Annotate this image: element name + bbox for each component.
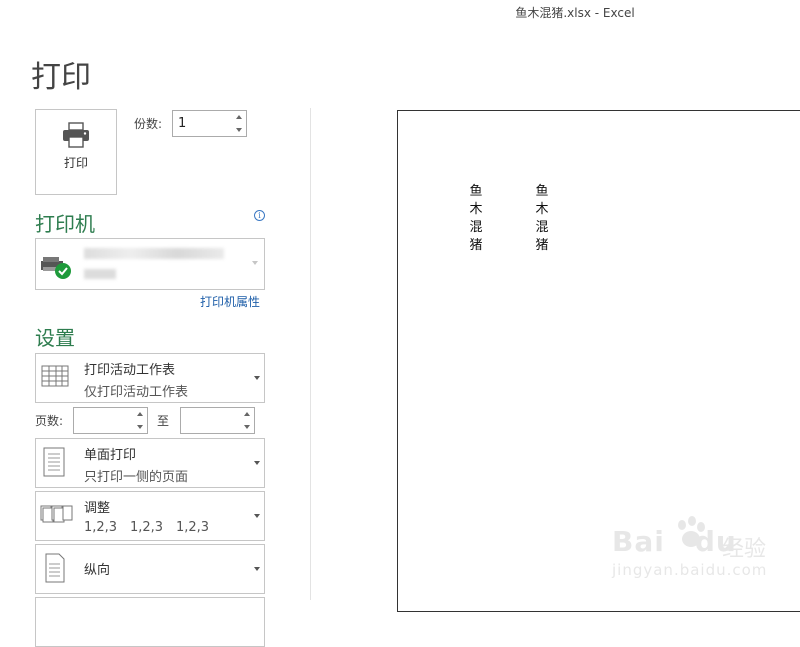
sides-dropdown[interactable]: 单面打印 只打印一侧的页面: [35, 438, 265, 488]
preview-char: 猪: [535, 238, 549, 253]
print-what-subtitle: 仅打印活动工作表: [84, 385, 189, 400]
print-button-label: 打印: [63, 156, 88, 170]
pages-to-label: 至: [157, 414, 170, 428]
collate-dropdown[interactable]: 调整 1,2,3 1,2,3 1,2,3: [35, 491, 265, 541]
preview-text-column: 鱼 木 混 猪: [534, 183, 550, 255]
print-button[interactable]: 打印: [35, 109, 117, 195]
chevron-down-icon: [252, 261, 258, 265]
collate-seq-2: 1,2,3: [130, 520, 164, 535]
watermark-brand-cn: 经验: [722, 537, 767, 562]
orientation-title: 纵向: [84, 563, 111, 578]
sides-title: 单面打印: [84, 448, 137, 463]
spin-up-icon[interactable]: [137, 412, 143, 416]
next-setting-dropdown[interactable]: [35, 597, 265, 647]
chevron-down-icon: [254, 376, 260, 380]
spin-up-icon[interactable]: [236, 115, 242, 119]
print-what-title: 打印活动工作表: [84, 363, 176, 378]
page-from-spinner[interactable]: [73, 407, 148, 434]
chevron-down-icon: [254, 461, 260, 465]
spin-down-icon[interactable]: [137, 425, 143, 429]
printer-icon: [61, 122, 91, 152]
preview-char: 鱼: [535, 184, 549, 199]
copies-spinner[interactable]: 1: [172, 110, 247, 137]
copies-label: 份数:: [134, 117, 163, 131]
settings-heading: 设置: [35, 326, 75, 350]
watermark-url: jingyan.baidu.com: [612, 561, 768, 579]
preview-char: 木: [535, 202, 549, 217]
spin-down-icon[interactable]: [236, 128, 242, 132]
portrait-icon: [40, 553, 70, 589]
info-icon[interactable]: i: [254, 210, 265, 221]
printer-properties-link[interactable]: 打印机属性: [200, 293, 260, 310]
collate-icon: [40, 500, 74, 534]
collate-seq-3: 1,2,3: [176, 520, 210, 535]
page-title: 打印: [31, 60, 91, 95]
orientation-dropdown[interactable]: 纵向: [35, 544, 265, 594]
copies-value: 1: [178, 116, 187, 131]
panel-divider: [310, 108, 311, 600]
preview-char: 混: [469, 220, 483, 235]
printer-select[interactable]: [35, 238, 265, 290]
printer-heading: 打印机: [35, 212, 95, 236]
spin-up-icon[interactable]: [244, 412, 250, 416]
watermark-brand-latin: Bai: [612, 525, 665, 558]
window-title: 鱼木混猪.xlsx - Excel: [515, 6, 635, 20]
preview-text-column: 鱼 木 混 猪: [468, 183, 484, 255]
single-sided-icon: [40, 447, 70, 483]
spin-down-icon[interactable]: [244, 425, 250, 429]
printer-ready-icon: [39, 253, 73, 285]
sheet-grid-icon: [40, 362, 70, 396]
sides-subtitle: 只打印一侧的页面: [84, 470, 189, 485]
print-what-dropdown[interactable]: 打印活动工作表 仅打印活动工作表: [35, 353, 265, 403]
collate-seq-1: 1,2,3: [84, 520, 118, 535]
chevron-down-icon: [254, 514, 260, 518]
pages-label: 页数:: [35, 414, 64, 428]
page-to-spinner[interactable]: [180, 407, 255, 434]
preview-char: 混: [535, 220, 549, 235]
preview-char: 鱼: [469, 184, 483, 199]
chevron-down-icon: [254, 567, 260, 571]
collate-title: 调整: [84, 501, 111, 516]
preview-char: 木: [469, 202, 483, 217]
baidu-jingyan-watermark: Bai du 经验 jingyan.baidu.com: [612, 515, 792, 585]
preview-char: 猪: [469, 238, 483, 253]
